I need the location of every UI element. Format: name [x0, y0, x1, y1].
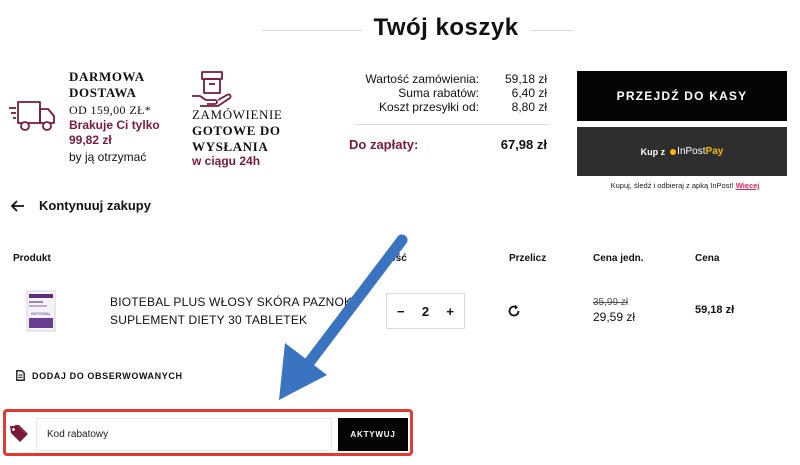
- add-to-watchlist-link[interactable]: DODAJ DO OBSERWOWANYCH: [16, 370, 183, 381]
- order-value: 59,18 zł: [504, 72, 547, 86]
- arrow-left-icon: [11, 199, 24, 212]
- column-header-quantity: Ilość: [384, 253, 407, 264]
- inpost-more-link[interactable]: Więcej: [736, 181, 760, 190]
- quantity-stepper[interactable]: − 2 +: [386, 293, 465, 329]
- page-title: Twój koszyk: [373, 14, 519, 41]
- old-unit-price: 35,99 zł: [593, 297, 629, 308]
- continue-shopping-label: Kontynuuj zakupy: [39, 198, 151, 213]
- column-header-unit-price: Cena jedn.: [593, 253, 644, 264]
- product-name-line-2: SUPLEMENT DIETY 30 TABLETEK: [110, 313, 308, 327]
- inpost-note: Kupuj, śledź i odbieraj z apką InPost! W…: [580, 181, 790, 190]
- increase-quantity-button[interactable]: +: [446, 304, 454, 319]
- free-delivery-title-2: DOSTAWA: [69, 85, 137, 100]
- add-to-watchlist-label: DODAJ DO OBSERWOWANYCH: [32, 370, 183, 381]
- document-icon: [16, 370, 25, 381]
- shipping-cost-value: 8,80 zł: [511, 100, 547, 114]
- missing-amount-value: 99,82 zł: [69, 133, 112, 147]
- to-pay-value: 67,98 zł: [500, 137, 547, 152]
- order-value-label: Wartość zamówienia:: [365, 72, 479, 86]
- ready-title-3: WYSŁANIA: [192, 139, 269, 154]
- title-divider-right: [530, 30, 574, 31]
- discount-label: Suma rabatów:: [398, 86, 479, 100]
- refresh-icon[interactable]: [507, 304, 521, 318]
- inpost-dot-icon: [670, 148, 677, 155]
- shipping-cost-label: Koszt przesyłki od:: [378, 100, 479, 114]
- decrease-quantity-button[interactable]: −: [397, 304, 405, 319]
- ready-title-2: GOTOWE DO: [192, 123, 281, 138]
- box-in-hand-icon: [192, 71, 232, 107]
- inpost-prefix: Kup z: [640, 146, 666, 157]
- inpost-brand: InPost: [677, 146, 706, 157]
- price-tag-icon: [10, 425, 28, 442]
- product-thumbnail[interactable]: BIOTEBAL: [26, 290, 56, 332]
- product-name[interactable]: BIOTEBAL PLUS WŁOSY SKÓRA PAZNOKCIE SUPL…: [110, 293, 356, 329]
- ready-title-1: ZAMÓWIENIE: [192, 107, 283, 122]
- coupon-code-input[interactable]: [36, 418, 332, 451]
- column-header-price: Cena: [695, 253, 720, 264]
- missing-amount-suffix: by ją otrzymać: [69, 150, 147, 164]
- line-price: 59,18 zł: [695, 304, 735, 316]
- column-header-recalc: Przelicz: [509, 253, 547, 264]
- continue-shopping-link[interactable]: Kontynuuj zakupy: [11, 198, 151, 213]
- delivery-truck-icon: [9, 101, 55, 131]
- free-delivery-title-1: DARMOWA: [69, 69, 145, 84]
- free-delivery-threshold: OD 159,00 ZŁ*: [69, 103, 152, 117]
- column-header-product: Produkt: [13, 253, 51, 264]
- product-name-line-1: BIOTEBAL PLUS WŁOSY SKÓRA PAZNOKCIE: [110, 295, 356, 309]
- unit-price: 29,59 zł: [593, 310, 636, 324]
- inpost-logo: InPost Pay: [670, 146, 723, 157]
- inpost-pay-button[interactable]: Kup z InPost Pay: [577, 127, 787, 176]
- discount-value: 6,40 zł: [511, 86, 547, 100]
- inpost-pay: Pay: [705, 146, 724, 157]
- product-thumb-text: BIOTEBAL: [31, 311, 51, 316]
- checkout-button[interactable]: PRZEJDŹ DO KASY: [577, 71, 787, 121]
- activate-coupon-button[interactable]: AKTYWUJ: [338, 418, 408, 451]
- inpost-note-text: Kupuj, śledź i odbieraj z apką InPost!: [610, 181, 734, 190]
- summary-divider: [357, 124, 547, 125]
- missing-amount-label: Brakuje Ci tylko: [69, 118, 160, 132]
- quantity-value[interactable]: 2: [422, 304, 429, 319]
- to-pay-label: Do zapłaty:: [349, 137, 419, 152]
- ready-time: w ciągu 24h: [192, 154, 261, 168]
